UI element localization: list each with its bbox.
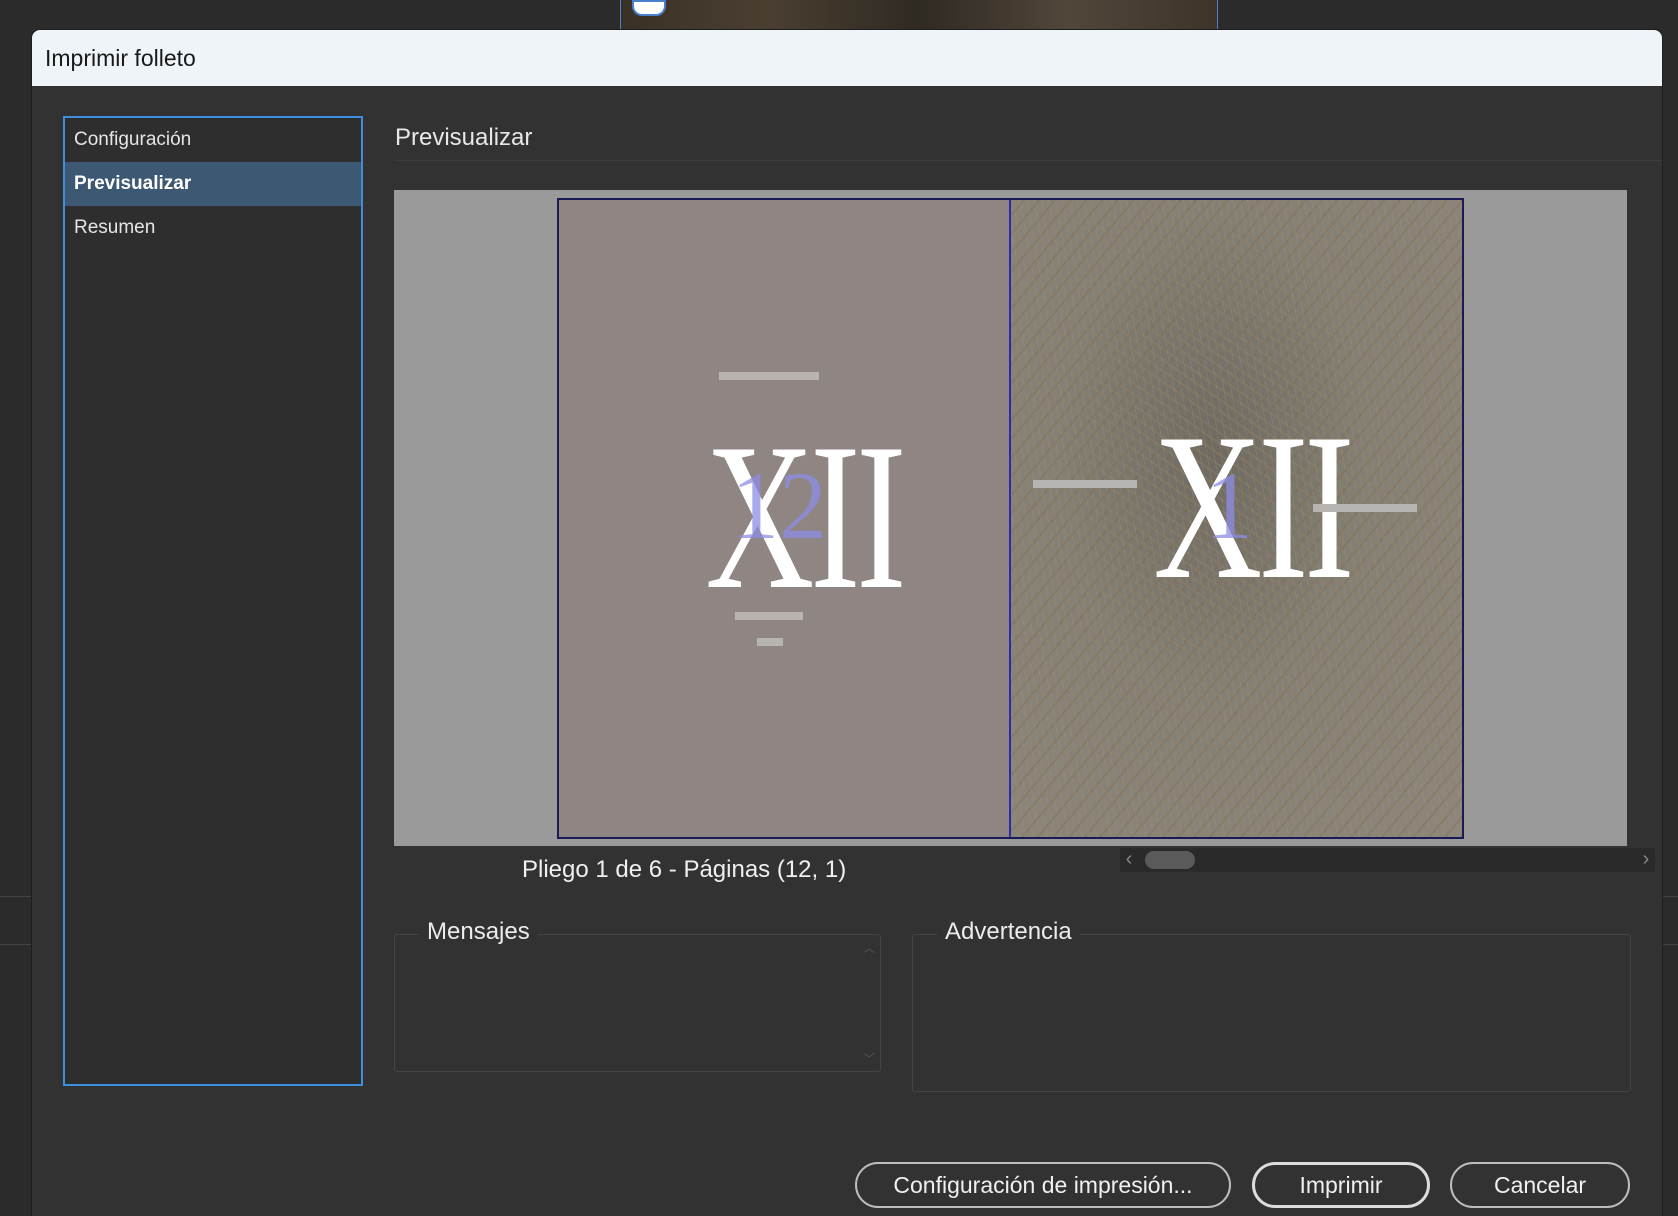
section-divider: [395, 160, 1662, 161]
spread-spine: [1009, 200, 1011, 837]
background-divider: [1662, 944, 1678, 945]
decorative-bar: [1033, 480, 1137, 488]
dialog-titlebar[interactable]: Imprimir folleto: [32, 30, 1662, 86]
scrollbar-thumb[interactable]: [1145, 851, 1195, 869]
print-booklet-dialog: Imprimir folleto Configuración Previsual…: [32, 30, 1662, 1216]
print-setup-button[interactable]: Configuración de impresión...: [855, 1162, 1231, 1208]
section-title: Previsualizar: [395, 124, 533, 151]
link-badge-icon: [632, 0, 666, 16]
dialog-title: Imprimir folleto: [45, 44, 196, 71]
sidebar-item-previsualizar[interactable]: Previsualizar: [65, 162, 361, 206]
decorative-bar: [1313, 504, 1417, 512]
spread-status-label: Pliego 1 de 6 - Páginas (12, 1): [522, 856, 847, 883]
spread-scrollbar[interactable]: ‹ ›: [1120, 848, 1655, 872]
spread-preview: XII 12 XII 1: [557, 198, 1464, 839]
messages-panel: ︿ ﹀: [394, 934, 881, 1072]
sidebar-item-label: Configuración: [74, 129, 192, 150]
messages-title: Mensajes: [419, 918, 538, 946]
background-document-strip: [620, 0, 1218, 30]
background-divider: [1662, 896, 1678, 897]
right-page-number: 1: [1205, 452, 1253, 559]
sidebar-item-configuracion[interactable]: Configuración: [65, 118, 361, 162]
warning-panel: [912, 934, 1631, 1092]
scroll-right-icon[interactable]: ›: [1637, 848, 1655, 872]
preview-canvas[interactable]: XII 12 XII 1: [394, 190, 1627, 846]
right-page: XII 1: [1011, 200, 1462, 837]
background-divider: [0, 896, 33, 897]
scroll-left-icon[interactable]: ‹: [1120, 848, 1138, 872]
decorative-bar: [757, 638, 783, 646]
warning-title: Advertencia: [937, 918, 1080, 946]
cancel-button[interactable]: Cancelar: [1450, 1162, 1630, 1208]
sidebar-item-label: Resumen: [74, 217, 156, 238]
print-button[interactable]: Imprimir: [1252, 1162, 1430, 1208]
sidebar-item-label: Previsualizar: [74, 173, 192, 194]
sidebar-item-resumen[interactable]: Resumen: [65, 206, 361, 250]
decorative-bar: [719, 372, 819, 380]
left-page-number: 12: [731, 452, 827, 559]
scroll-down-icon[interactable]: ﹀: [862, 1050, 876, 1067]
scroll-up-icon[interactable]: ︿: [862, 939, 876, 956]
background-divider: [0, 944, 33, 945]
sidebar-nav: Configuración Previsualizar Resumen: [63, 116, 363, 1086]
left-page: XII 12: [559, 200, 1010, 837]
decorative-bar: [735, 612, 803, 620]
